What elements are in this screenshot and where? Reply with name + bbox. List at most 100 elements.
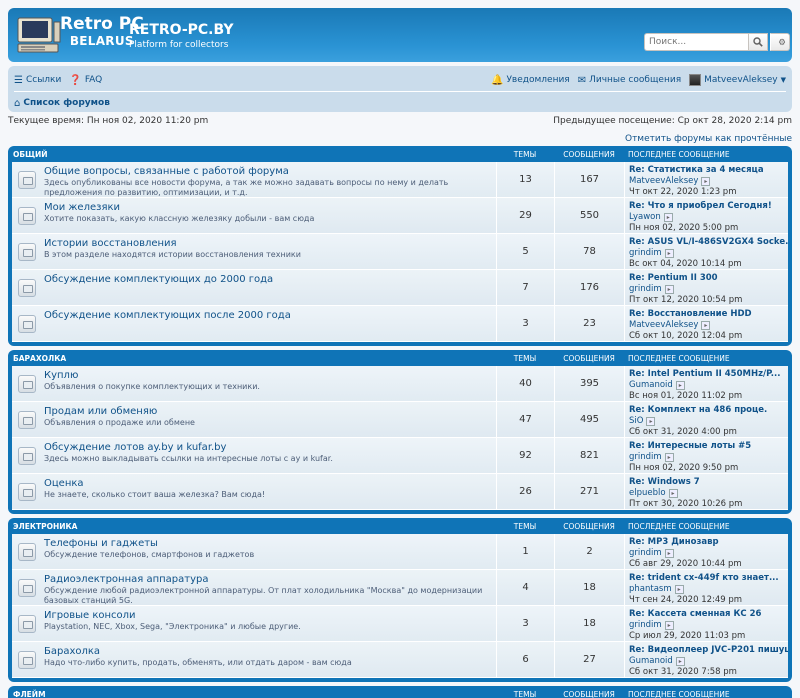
forum-last-post: Re: Windows 7 elpueblo ▸ Пт окт 30, 2020 10… (624, 474, 788, 509)
last-post-title-link[interactable]: Re: Статистика за 4 месяца (629, 165, 788, 176)
forum-title-link[interactable]: Обсуждение лотов ay.by и kufar.by (44, 442, 490, 454)
retro-computer-logo-icon[interactable] (16, 16, 64, 56)
forum-topics-count: 7 (496, 270, 554, 305)
forum-description: Не знаете, сколько стоит ваша железка? В… (44, 490, 266, 499)
forum-title-link[interactable]: Продам или обменяю (44, 406, 490, 418)
forum-read-icon (12, 642, 36, 677)
view-latest-post-icon[interactable]: ▸ (663, 213, 673, 222)
category-header: Электроника Темы Сообщения Последнее сообще… (12, 518, 788, 534)
column-posts: Сообщения (563, 353, 615, 363)
last-post-title-link[interactable]: Re: Intel Pentium II 450MHz/P... (629, 369, 788, 380)
category-name[interactable]: Барахолка (12, 354, 496, 363)
last-post-title-link[interactable]: Re: Кассета сменная КС 26 (629, 609, 788, 620)
last-post-author-link[interactable]: grindim (629, 248, 662, 259)
column-topics: Темы (513, 353, 537, 363)
forum-title-link[interactable]: Куплю (44, 370, 490, 382)
forum-topics-count: 92 (496, 438, 554, 473)
user-menu[interactable]: MatveevAleksey ▼ (689, 74, 786, 86)
last-post-title-link[interactable]: Re: Интересные лоты #5 (629, 441, 788, 452)
last-post-author-link[interactable]: MatveevAleksey (629, 176, 698, 187)
faq-link[interactable]: ❓ FAQ (69, 75, 102, 86)
mark-forums-read-link[interactable]: Отметить форумы как прочтённые (625, 134, 792, 144)
last-post-author-link[interactable]: phantasm (629, 584, 672, 595)
last-post-author-link[interactable]: MatveevAleksey (629, 320, 698, 331)
view-latest-post-icon[interactable]: ▸ (664, 621, 674, 630)
view-latest-post-icon[interactable]: ▸ (664, 285, 674, 294)
view-latest-post-icon[interactable]: ▸ (668, 489, 678, 498)
forum-posts-count: 18 (554, 570, 624, 605)
last-post-author-link[interactable]: grindim (629, 452, 662, 463)
forum-last-post: Re: Видеоплеер JVC-P201 пишущ... Gumanoid… (624, 642, 788, 677)
view-latest-post-icon[interactable]: ▸ (646, 417, 656, 426)
forum-title-link[interactable]: Телефоны и гаджеты (44, 538, 490, 550)
view-latest-post-icon[interactable]: ▸ (664, 249, 674, 258)
forum-topics-count: 3 (496, 606, 554, 641)
last-post-title-link[interactable]: Re: Что я приобрел Сегодня! (629, 201, 788, 212)
breadcrumb-forum-index[interactable]: Список форумов (23, 98, 110, 108)
column-last-post: Последнее сообщение (628, 689, 730, 698)
last-post-title-link[interactable]: Re: Pentium II 300 (629, 273, 788, 284)
forum-title-link[interactable]: Барахолка (44, 646, 490, 658)
private-messages-link[interactable]: ✉ Личные сообщения (578, 75, 681, 86)
forum-info: Куплю Объявления о покупке комплектующих … (36, 366, 496, 401)
site-description: Platform for collectors (129, 40, 229, 50)
category-name[interactable]: Общий (12, 150, 496, 159)
last-post-author-link[interactable]: grindim (629, 548, 662, 559)
forum-read-icon (12, 366, 36, 401)
search-icon (753, 37, 763, 47)
advanced-search-button[interactable]: ⚙ (770, 33, 790, 51)
forum-info: Телефоны и гаджеты Обсуждение телефонов, … (36, 534, 496, 569)
view-latest-post-icon[interactable]: ▸ (674, 585, 684, 594)
last-post-title-link[interactable]: Re: ASUS VL/I-486SV2GX4 Socke... (629, 237, 788, 248)
last-post-title-link[interactable]: Re: Видеоплеер JVC-P201 пишущ... (629, 645, 788, 656)
view-latest-post-icon[interactable]: ▸ (675, 657, 685, 666)
forum-row: Обсуждение комплектующих до 2000 года 7 17… (12, 270, 788, 306)
last-post-author-link[interactable]: grindim (629, 620, 662, 631)
forum-title-link[interactable]: Оценка (44, 478, 490, 490)
last-post-title-link[interactable]: Re: MP3 Динозавр (629, 537, 788, 548)
forum-last-post: Re: Статистика за 4 месяца MatveevAleksey… (624, 162, 788, 197)
last-post-author-link[interactable]: Gumanoid (629, 380, 673, 391)
forum-title-link[interactable]: Игровые консоли (44, 610, 490, 622)
view-latest-post-icon[interactable]: ▸ (664, 453, 674, 462)
last-post-author-link[interactable]: elpueblo (629, 488, 666, 499)
time-row: Текущее время: Пн ноя 02, 2020 11:20 pm … (8, 116, 792, 126)
search-input[interactable] (644, 33, 748, 51)
category-header: Общий Темы Сообщения Последнее сообщение (12, 146, 788, 162)
last-post-author-link[interactable]: Lyawon (629, 212, 661, 223)
last-post-author-link[interactable]: Gumanoid (629, 656, 673, 667)
last-post-title-link[interactable]: Re: Windows 7 (629, 477, 788, 488)
forum-title-link[interactable]: Радиоэлектронная аппаратура (44, 574, 490, 586)
last-post-date: Ср июл 29, 2020 11:03 pm (629, 631, 746, 641)
forum-title-link[interactable]: Мои железяки (44, 202, 490, 214)
forum-description: Playstation, NEC, Xbox, Sega, "Электрони… (44, 622, 301, 631)
last-post-author-link[interactable]: SiO (629, 416, 643, 427)
view-latest-post-icon[interactable]: ▸ (701, 177, 711, 186)
last-post-title-link[interactable]: Re: Комплект на 486 проце. (629, 405, 788, 416)
last-post-title-link[interactable]: Re: trident cx-449f кто знает... (629, 573, 788, 584)
forum-title-link[interactable]: Истории восстановления (44, 238, 490, 250)
category-name[interactable]: Флейм (12, 690, 496, 698)
forum-category: Флейм Темы Сообщения Последнее сообщение (8, 686, 792, 698)
forum-row: Оценка Не знаете, сколько стоит ваша желе… (12, 474, 788, 510)
notifications-link[interactable]: 🔔 Уведомления (491, 75, 570, 86)
last-post-author-link[interactable]: grindim (629, 284, 662, 295)
last-post-date: Сб авг 29, 2020 10:44 pm (629, 559, 742, 569)
category-name[interactable]: Электроника (12, 522, 496, 531)
forum-title-link[interactable]: Общие вопросы, связанные с работой форум… (44, 166, 490, 178)
forum-info: Общие вопросы, связанные с работой форум… (36, 162, 496, 197)
category-header: Барахолка Темы Сообщения Последнее сообщени… (12, 350, 788, 366)
last-post-title-link[interactable]: Re: Восстановление HDD (629, 309, 788, 320)
nav-top-row: ☰ Ссылки ❓ FAQ 🔔 Уведомления ✉ Личные сообще… (14, 72, 786, 88)
forum-info: Обсуждение комплектующих после 2000 года (36, 306, 496, 341)
search-button[interactable] (748, 33, 768, 51)
quick-links-menu[interactable]: ☰ Ссылки (14, 75, 61, 86)
forum-read-icon (12, 438, 36, 473)
forum-title-link[interactable]: Обсуждение комплектующих после 2000 года (44, 310, 490, 322)
forum-last-post: Re: MP3 Динозавр grindim ▸ Сб авг 29, 2020 … (624, 534, 788, 569)
forum-title-link[interactable]: Обсуждение комплектующих до 2000 года (44, 274, 490, 286)
category-header: Флейм Темы Сообщения Последнее сообщение (12, 686, 788, 698)
view-latest-post-icon[interactable]: ▸ (664, 549, 674, 558)
view-latest-post-icon[interactable]: ▸ (675, 381, 685, 390)
view-latest-post-icon[interactable]: ▸ (701, 321, 711, 330)
